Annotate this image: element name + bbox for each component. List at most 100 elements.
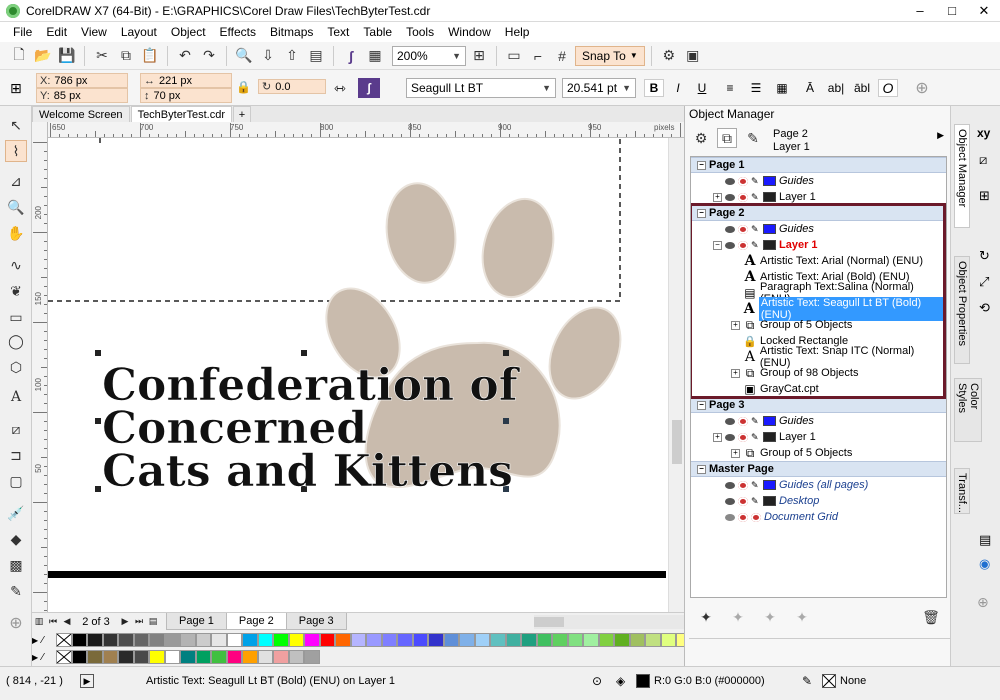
undo-icon[interactable]: ↶ [174, 45, 196, 67]
eyedropper-icon[interactable]: ⁄ [42, 635, 56, 646]
text-properties-icon[interactable]: Ā [800, 79, 820, 97]
transform-icon[interactable]: ⟲ [979, 300, 990, 316]
font-size-combo[interactable]: 20.541 pt ▼ [562, 78, 636, 98]
editable-icon[interactable]: ✎ [751, 432, 760, 442]
color-swatch[interactable] [443, 633, 459, 647]
printer-disabled-icon[interactable] [738, 224, 748, 234]
no-color-swatch[interactable] [56, 633, 72, 647]
full-screen-icon[interactable]: ▭ [503, 45, 525, 67]
menu-tools[interactable]: Tools [399, 25, 441, 39]
editable-icon[interactable]: ✎ [751, 240, 760, 250]
color-swatch[interactable] [133, 633, 149, 647]
color-swatch[interactable] [552, 633, 568, 647]
menu-edit[interactable]: Edit [39, 25, 74, 39]
color-swatch[interactable] [304, 650, 320, 664]
export-pdf-icon[interactable]: ▤ [305, 45, 327, 67]
color-swatch[interactable] [180, 650, 196, 664]
color-proofing-icon[interactable]: ⊙ [592, 674, 602, 688]
italic-button[interactable]: I [668, 79, 688, 97]
color-swatch[interactable] [629, 633, 645, 647]
menu-table[interactable]: Table [356, 25, 399, 39]
vertical-scroll-thumb[interactable] [672, 420, 682, 464]
tree-row-page-1[interactable]: − Page 1 [691, 157, 946, 173]
color-swatch[interactable] [412, 633, 428, 647]
underline-button[interactable]: U [692, 79, 712, 97]
color-swatch[interactable] [257, 633, 273, 647]
import-icon[interactable]: ⇩ [257, 45, 279, 67]
horizontal-scrollbar[interactable] [534, 614, 684, 629]
first-page-icon[interactable]: ⏮ [46, 615, 60, 629]
palette-scroll-icon[interactable]: ▶ [32, 653, 42, 662]
add-icon[interactable]: ⊕ [912, 78, 932, 98]
outline-none-swatch[interactable] [822, 674, 836, 688]
align-icon[interactable]: ≡ [720, 79, 740, 97]
expand-icon[interactable]: + [731, 320, 740, 330]
color-swatch[interactable] [567, 633, 583, 647]
parallel-dimension-icon[interactable]: ⧄ [5, 418, 27, 440]
next-page-icon[interactable]: ▶ [118, 615, 132, 629]
paste-icon[interactable]: 📋 [139, 45, 161, 67]
horizontal-scroll-thumb[interactable] [534, 616, 564, 627]
tab-object-manager[interactable]: Object Manager [954, 124, 970, 228]
outline-pen-icon[interactable]: ✎ [5, 580, 27, 602]
tree-row-guides[interactable]: ✎ Guides [691, 221, 946, 237]
eye-icon[interactable] [725, 225, 735, 233]
color-swatch[interactable] [273, 650, 289, 664]
color-swatch[interactable] [583, 633, 599, 647]
tree-row-artistic-text-seagull-lt-bt-bold-enu[interactable]: A Artistic Text: Seagull Lt BT (Bold) (EN… [691, 297, 946, 321]
color-swatch[interactable] [71, 633, 87, 647]
color-swatch[interactable] [195, 650, 211, 664]
bold-button[interactable]: B [644, 79, 664, 97]
xy-position-icon[interactable]: xy [977, 126, 990, 140]
collapse-icon[interactable]: − [697, 160, 706, 170]
color-swatch[interactable] [304, 633, 320, 647]
color-swatch[interactable] [366, 633, 382, 647]
printer-disabled-icon[interactable] [751, 512, 761, 522]
tree-row-guides[interactable]: ✎ Guides [691, 413, 946, 429]
menu-layout[interactable]: Layout [114, 25, 164, 39]
tree-row-page-3[interactable]: − Page 3 [691, 397, 946, 413]
tree-row-master-page[interactable]: − Master Page [691, 461, 946, 477]
tree-row-artistic-text-arial-normal-enu[interactable]: A Artistic Text: Arial (Normal) (ENU) [691, 253, 946, 269]
flyout-menu-icon[interactable]: ▶ [937, 130, 944, 141]
printer-disabled-icon[interactable] [738, 240, 748, 250]
printer-disabled-icon[interactable] [738, 480, 748, 490]
text-line-3[interactable]: Cats and Kittens [102, 446, 513, 498]
tree-row-desktop[interactable]: ✎ Desktop [691, 493, 946, 509]
menu-help[interactable]: Help [498, 25, 537, 39]
add-docker-icon[interactable]: ⊕ [977, 594, 989, 611]
tab-welcome-screen[interactable]: Welcome Screen [32, 106, 130, 122]
eye-icon[interactable] [725, 481, 735, 489]
fill-color-swatch[interactable] [636, 674, 650, 688]
close-button[interactable]: ✕ [968, 0, 1000, 22]
color-swatch[interactable] [505, 633, 521, 647]
color-swatch[interactable] [288, 633, 304, 647]
last-page-icon[interactable]: ⏭ [132, 615, 146, 629]
corel-connect-icon[interactable]: ▦ [364, 45, 386, 67]
new-document-icon[interactable]: 🗋 [8, 45, 30, 67]
color-swatch[interactable] [226, 650, 242, 664]
printer-disabled-icon[interactable] [738, 432, 748, 442]
color-swatch[interactable] [257, 650, 273, 664]
color-swatch[interactable] [350, 633, 366, 647]
fill-icon[interactable]: ▤ [979, 532, 991, 548]
previous-page-icon[interactable]: ◀ [60, 615, 74, 629]
font-list-combo[interactable]: Seagull Lt BT ▼ [406, 78, 556, 98]
color-swatch[interactable] [211, 633, 227, 647]
editable-icon[interactable]: ✎ [751, 192, 760, 202]
interactive-opentype-button[interactable]: O [878, 79, 898, 97]
printer-disabled-icon[interactable] [738, 176, 748, 186]
color-swatch[interactable] [397, 633, 413, 647]
page-options-icon[interactable]: ▥ [32, 615, 46, 629]
tree-row-artistic-text-snap-itc-normal-enu[interactable]: A Artistic Text: Snap ITC (Normal) (ENU) [691, 345, 946, 369]
eye-icon[interactable] [725, 177, 735, 185]
scale-icon[interactable]: ⤢ [979, 274, 989, 290]
menu-window[interactable]: Window [441, 25, 498, 39]
drop-shadow-icon[interactable]: ▢ [5, 470, 27, 492]
editable-icon[interactable]: ✎ [751, 224, 760, 234]
tree-row-graycat-cpt[interactable]: ▣ GrayCat.cpt [691, 381, 946, 397]
tree-row-guides[interactable]: ✎ Guides [691, 173, 946, 189]
tree-row-group-of-5-objects[interactable]: + ⧉ Group of 5 Objects [691, 445, 946, 461]
color-swatch[interactable] [490, 633, 506, 647]
color-swatch[interactable] [211, 650, 227, 664]
